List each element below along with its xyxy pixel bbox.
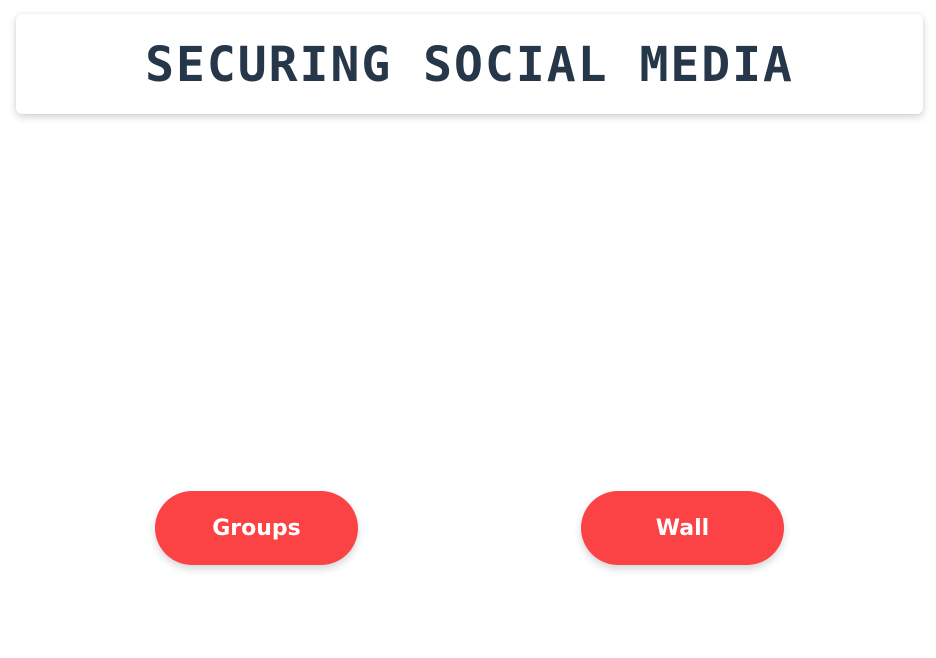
page-title: SECURING SOCIAL MEDIA [145, 37, 794, 93]
groups-button[interactable]: Groups [155, 491, 358, 565]
header-card: SECURING SOCIAL MEDIA [16, 14, 923, 114]
wall-button[interactable]: Wall [581, 491, 784, 565]
